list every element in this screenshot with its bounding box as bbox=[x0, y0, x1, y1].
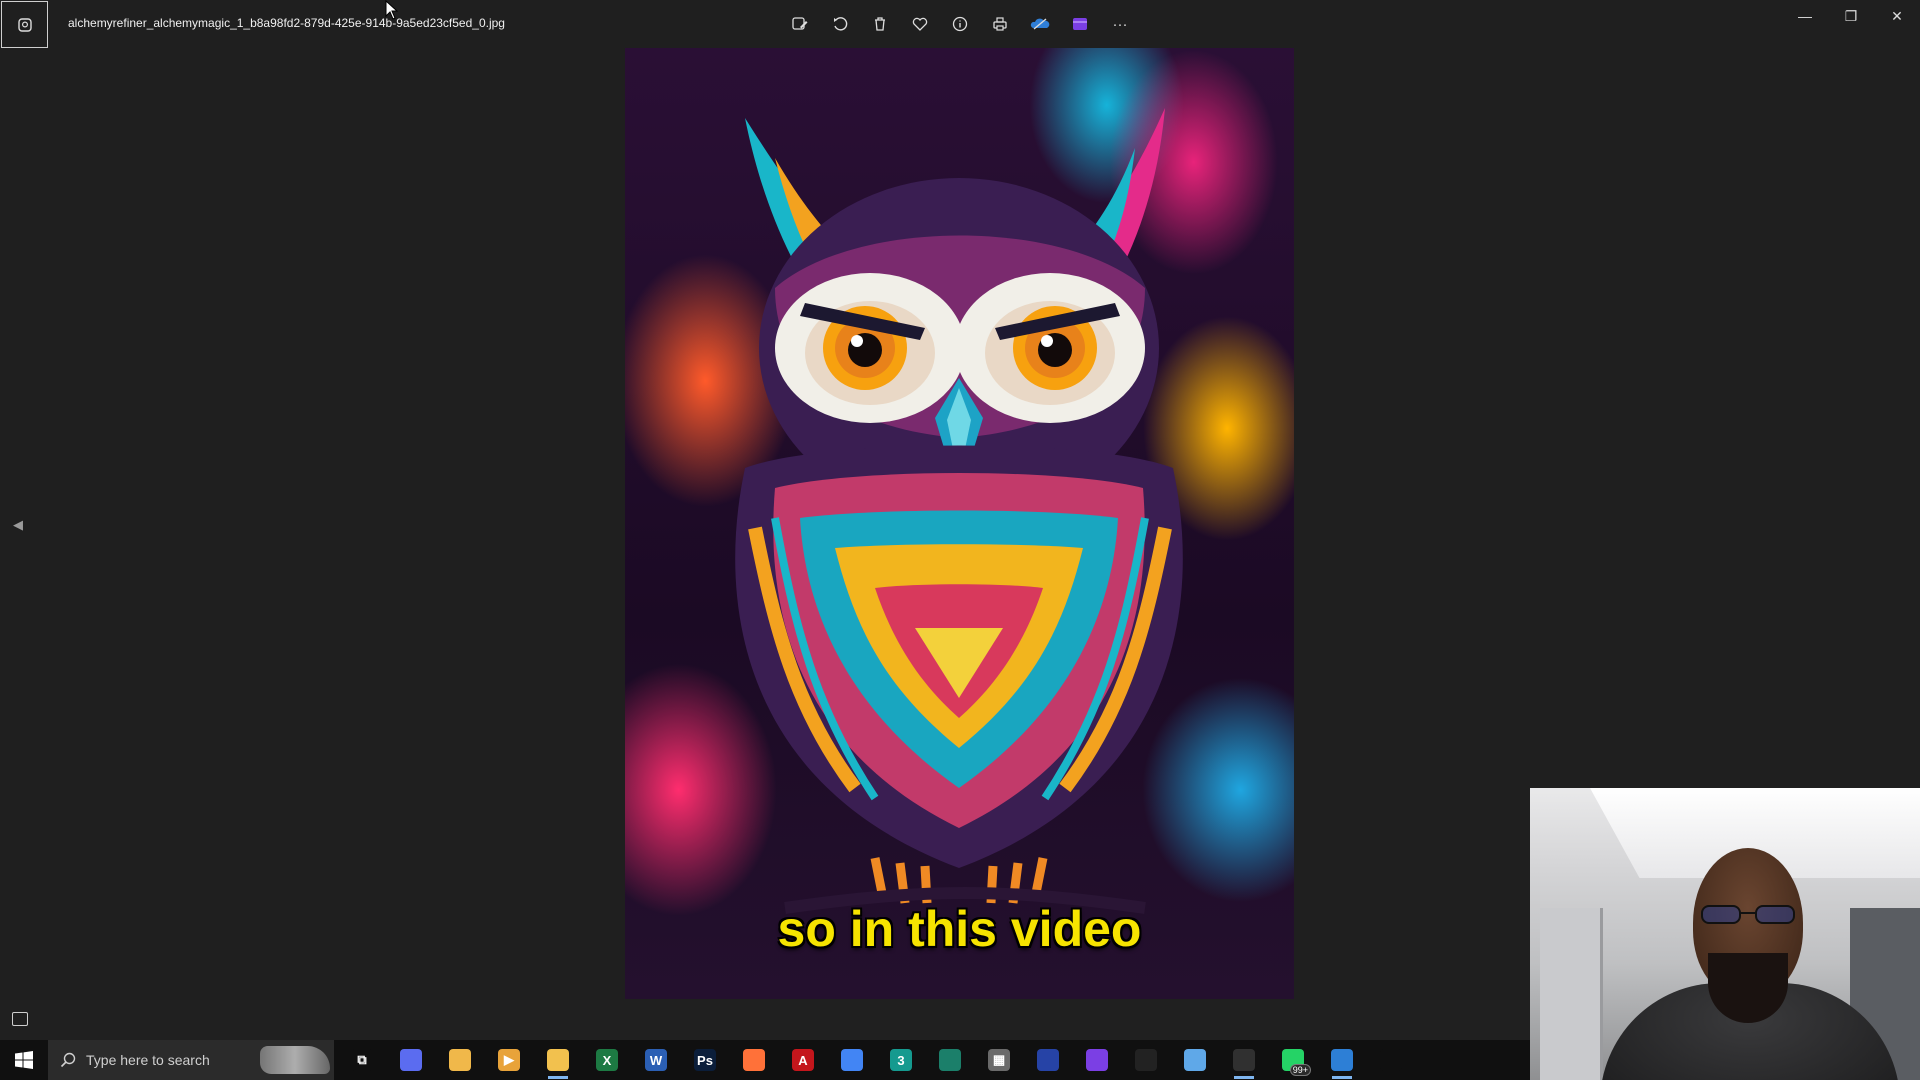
app-green-icon bbox=[939, 1049, 961, 1071]
taskbar-app-app-3[interactable]: 3 bbox=[883, 1040, 919, 1080]
file-explorer-icon bbox=[547, 1049, 569, 1071]
webcam-overlay bbox=[1530, 788, 1920, 1080]
taskbar-app-clock-app[interactable] bbox=[1373, 1040, 1409, 1080]
taskbar-app-task-view[interactable]: ⧉ bbox=[344, 1040, 380, 1080]
taskbar-app-firefox[interactable] bbox=[736, 1040, 772, 1080]
window-controls: — ❐ ✕ bbox=[1782, 0, 1920, 32]
calculator-icon: ▦ bbox=[988, 1049, 1010, 1071]
app-blue-hat-icon bbox=[1037, 1049, 1059, 1071]
title-bar: alchemyrefiner_alchemymagic_1_b8a98fd2-8… bbox=[0, 0, 1920, 48]
delete-icon[interactable] bbox=[868, 12, 892, 36]
filmstrip-icon[interactable] bbox=[12, 1012, 28, 1026]
restore-button[interactable]: ❐ bbox=[1828, 0, 1874, 32]
clipchamp-icon[interactable] bbox=[1068, 12, 1092, 36]
previous-image-icon[interactable]: ◀ bbox=[10, 512, 26, 538]
media-player-icon: ▶ bbox=[498, 1049, 520, 1071]
task-view-icon: ⧉ bbox=[351, 1049, 373, 1071]
photoshop-icon: Ps bbox=[694, 1049, 716, 1071]
notification-badge: 99+ bbox=[1289, 1064, 1311, 1076]
edit-image-icon[interactable] bbox=[788, 12, 812, 36]
taskbar-app-photos[interactable] bbox=[1324, 1040, 1360, 1080]
taskbar-app-app-green[interactable] bbox=[932, 1040, 968, 1080]
rotate-icon[interactable] bbox=[828, 12, 852, 36]
glasses-icon bbox=[1701, 905, 1795, 924]
copilot-icon bbox=[400, 1049, 422, 1071]
taskbar-apps: ⧉ ▶ X W Ps A 3 ▦ 99+ bbox=[344, 1040, 1409, 1080]
mouse-cursor-icon bbox=[385, 0, 399, 20]
taskbar-app-file-explorer[interactable] bbox=[540, 1040, 576, 1080]
onedrive-icon[interactable] bbox=[1028, 12, 1052, 36]
capcut-icon bbox=[1135, 1049, 1157, 1071]
taskbar-search[interactable] bbox=[48, 1040, 334, 1080]
app-3-icon: 3 bbox=[890, 1049, 912, 1071]
taskbar-app-notepad[interactable] bbox=[1177, 1040, 1213, 1080]
taskbar-app-app-blue-hat[interactable] bbox=[1030, 1040, 1066, 1080]
taskbar-app-capcut[interactable] bbox=[1128, 1040, 1164, 1080]
acrobat-icon: A bbox=[792, 1049, 814, 1071]
word-icon: W bbox=[645, 1049, 667, 1071]
taskbar-app-whatsapp[interactable]: 99+ bbox=[1275, 1040, 1311, 1080]
taskbar-app-clipchamp[interactable] bbox=[1079, 1040, 1115, 1080]
favorite-icon[interactable] bbox=[908, 12, 932, 36]
photos-app-icon[interactable] bbox=[1, 1, 48, 48]
taskbar-app-word[interactable]: W bbox=[638, 1040, 674, 1080]
taskbar-app-copilot[interactable] bbox=[393, 1040, 429, 1080]
search-highlight-image bbox=[260, 1046, 330, 1074]
search-input[interactable] bbox=[84, 1051, 258, 1069]
webcam-door bbox=[1540, 908, 1603, 1080]
windows-logo-icon bbox=[15, 1051, 33, 1069]
owl-illustration bbox=[735, 108, 1183, 914]
paint-icon bbox=[449, 1049, 471, 1071]
taskbar-app-capcut-active[interactable] bbox=[1226, 1040, 1262, 1080]
taskbar-app-chrome[interactable] bbox=[834, 1040, 870, 1080]
clock-app-icon bbox=[1380, 1049, 1402, 1071]
photos-icon bbox=[1331, 1049, 1353, 1071]
minimize-button[interactable]: — bbox=[1782, 0, 1828, 32]
more-icon[interactable]: ··· bbox=[1108, 12, 1132, 36]
firefox-icon bbox=[743, 1049, 765, 1071]
taskbar-app-media-player[interactable]: ▶ bbox=[491, 1040, 527, 1080]
notepad-icon bbox=[1184, 1049, 1206, 1071]
excel-icon: X bbox=[596, 1049, 618, 1071]
print-icon[interactable] bbox=[988, 12, 1012, 36]
taskbar-app-acrobat[interactable]: A bbox=[785, 1040, 821, 1080]
taskbar-app-excel[interactable]: X bbox=[589, 1040, 625, 1080]
clipchamp-icon bbox=[1086, 1049, 1108, 1071]
viewer-toolbar: ··· bbox=[788, 12, 1132, 36]
start-button[interactable] bbox=[0, 1040, 48, 1080]
info-icon[interactable] bbox=[948, 12, 972, 36]
displayed-image bbox=[625, 48, 1294, 999]
capcut-active-icon bbox=[1233, 1049, 1255, 1071]
video-caption: so in this video bbox=[777, 901, 1142, 957]
taskbar-app-calculator[interactable]: ▦ bbox=[981, 1040, 1017, 1080]
taskbar-app-paint[interactable] bbox=[442, 1040, 478, 1080]
chrome-icon bbox=[841, 1049, 863, 1071]
file-name: alchemyrefiner_alchemymagic_1_b8a98fd2-8… bbox=[68, 16, 505, 30]
search-icon bbox=[60, 1052, 76, 1068]
taskbar-app-photoshop[interactable]: Ps bbox=[687, 1040, 723, 1080]
close-button[interactable]: ✕ bbox=[1874, 0, 1920, 32]
